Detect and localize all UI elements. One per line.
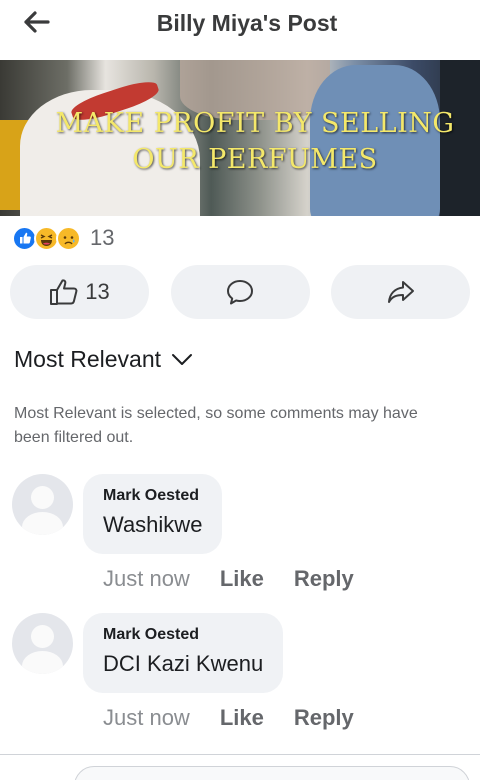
avatar[interactable]	[12, 613, 73, 674]
comment-meta: Just now Like Reply	[103, 566, 354, 592]
share-button[interactable]	[331, 265, 470, 319]
comment-composer-input[interactable]	[74, 766, 470, 780]
sort-label: Most Relevant	[14, 346, 162, 372]
comment-timestamp: Just now	[103, 566, 190, 591]
comment-bubble[interactable]: Mark Oested DCI Kazi Kwenu	[83, 613, 284, 693]
comment-like-button[interactable]: Like	[220, 566, 264, 592]
comment-sort-dropdown[interactable]: Most Relevant	[14, 346, 193, 373]
like-count: 13	[85, 279, 110, 304]
comment-reply-button[interactable]: Reply	[294, 566, 354, 592]
like-button[interactable]: 13	[10, 265, 149, 319]
share-arrow-icon	[387, 281, 414, 303]
sad-reaction-icon	[56, 225, 81, 251]
reaction-count: 13	[90, 225, 115, 250]
page-title: Billy Miya's Post	[156, 10, 338, 36]
commenter-name[interactable]: Mark Oested	[103, 625, 263, 645]
comment-text: Washikwe	[103, 512, 203, 537]
composer-divider	[0, 754, 480, 755]
comment-bubble-icon	[227, 280, 253, 305]
post-header: Billy Miya's Post	[0, 0, 480, 56]
reactions-summary[interactable]: 13	[12, 225, 114, 251]
thumbs-up-icon	[50, 279, 78, 305]
comment-reply-button[interactable]: Reply	[294, 705, 354, 731]
comment-timestamp: Just now	[103, 705, 190, 730]
comment-like-button[interactable]: Like	[220, 705, 264, 731]
comment-meta: Just now Like Reply	[103, 705, 354, 731]
comment-text: DCI Kazi Kwenu	[103, 651, 264, 676]
image-overlay-text: MAKE PROFIT BY SELLING OUR PERFUMES	[55, 108, 455, 175]
post-actions: 13	[10, 265, 470, 319]
comment-bubble[interactable]: Mark Oested Washikwe	[83, 474, 223, 554]
filter-notice: Most Relevant is selected, so some comme…	[14, 405, 418, 446]
commenter-name[interactable]: Mark Oested	[103, 486, 202, 506]
avatar[interactable]	[12, 474, 73, 535]
post-image[interactable]: MAKE PROFIT BY SELLING OUR PERFUMES	[0, 60, 480, 216]
chevron-down-icon	[172, 353, 193, 365]
comment-button[interactable]	[170, 265, 310, 319]
